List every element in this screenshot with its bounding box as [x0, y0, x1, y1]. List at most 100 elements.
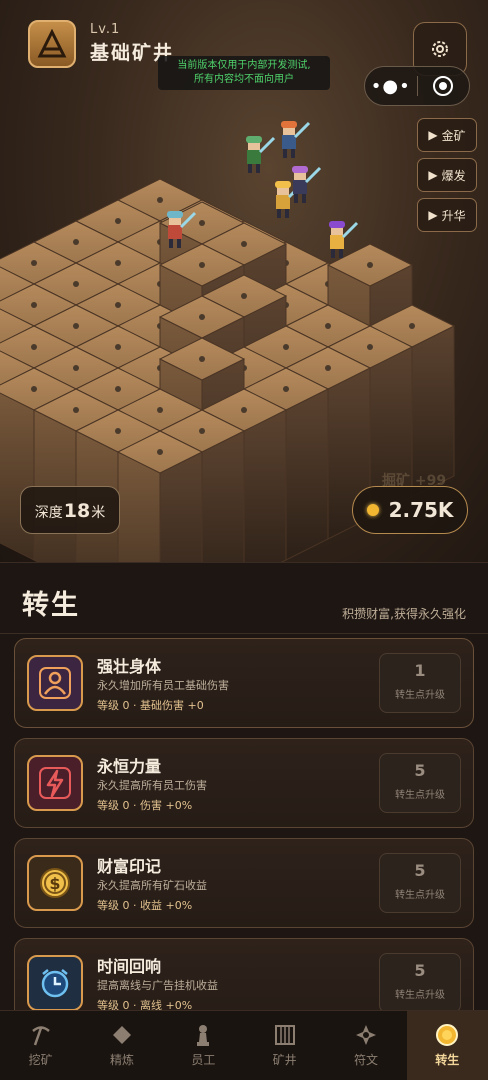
play-icon: ▶	[428, 168, 438, 182]
panel-divider	[0, 633, 488, 634]
depth-prefix: 深度	[34, 505, 63, 521]
miner-leg	[248, 164, 252, 173]
nav-tab-rune[interactable]: 符文	[325, 1011, 406, 1080]
miner-body	[168, 225, 182, 239]
gear-icon	[432, 41, 448, 57]
dev-notice-line-2: 所有内容均不面向用户	[194, 74, 294, 85]
miner-head	[294, 172, 306, 180]
upgrade-card-eternal-power: 永恒力量 永久提高所有员工伤害 等级 0 · 伤害 +0% 5 转生点升级	[14, 738, 474, 828]
sublimate-label: 升华	[441, 208, 466, 223]
burst-button[interactable]: ▶ 爆发	[417, 158, 477, 192]
pickaxe-icon	[29, 1023, 53, 1047]
nav-label: 符文	[353, 1053, 378, 1067]
card-description: 永久提高所有员工伤害	[97, 779, 207, 792]
gold-mine-button[interactable]: ▶ 金矿	[417, 118, 477, 152]
mine-block-face	[243, 409, 287, 562]
upgrade-button[interactable]: 5 转生点升级	[379, 853, 461, 913]
miner-body	[293, 180, 307, 194]
mine-block-face	[285, 388, 329, 561]
depth-unit: 米	[91, 505, 106, 521]
card-stat: 等级 0 · 伤害 +0%	[97, 799, 193, 812]
ore-speck	[73, 281, 79, 287]
play-icon: ▶	[428, 208, 438, 222]
nav-tab-rebirth[interactable]: 转生	[406, 1011, 488, 1080]
mine-level: Lv.1	[90, 22, 121, 37]
miner-head	[248, 142, 260, 150]
bottom-nav: 挖矿 精炼 员工 矿井 符文 转生	[0, 1010, 488, 1080]
card-description: 提高离线与广告挂机收益	[97, 979, 218, 992]
card-title: 财富印记	[97, 857, 162, 876]
ore-speck	[283, 344, 289, 350]
ore-speck	[199, 314, 205, 320]
ore-speck	[241, 241, 247, 247]
miner-body	[247, 150, 261, 164]
mine-block-face	[0, 392, 35, 561]
card-description: 永久提高所有矿石收益	[97, 879, 207, 892]
gold-amount: 2.75K	[388, 498, 454, 522]
diamond-icon	[111, 1023, 133, 1047]
mine-block-face	[201, 430, 245, 562]
upgrade-cost: 5	[414, 861, 426, 880]
panel-subtitle: 积攒财富,获得永久强化	[342, 607, 466, 621]
depth-value: 18	[63, 500, 91, 522]
mine-scene[interactable]: Lv.1 基础矿井 当前版本仅用于内部开发测试, 所有内容均不面向用户 •●• …	[0, 0, 488, 562]
ore-speck	[241, 293, 247, 299]
nav-tab-refine[interactable]: 精炼	[81, 1011, 162, 1080]
miner-leg	[177, 239, 181, 248]
ore-speck	[31, 344, 37, 350]
alarm-clock-icon	[27, 955, 83, 1010]
card-stat: 等级 0 · 离线 +0%	[97, 999, 193, 1010]
coin-icon	[435, 1023, 459, 1047]
ore-speck	[73, 239, 79, 245]
miner-helmet	[292, 166, 308, 173]
miner-head	[169, 217, 181, 225]
ore-speck	[115, 386, 121, 392]
ore-speck	[409, 323, 415, 329]
upgrade-button[interactable]: 5 转生点升级	[379, 753, 461, 813]
nav-label: 矿井	[272, 1053, 297, 1067]
upgrade-label: 转生点升级	[395, 890, 445, 901]
nav-label: 精炼	[109, 1053, 134, 1067]
dollar-coin-icon: $	[27, 855, 83, 911]
card-title: 时间回响	[97, 957, 162, 976]
upgrade-label: 转生点升级	[395, 990, 445, 1001]
more-options-icon[interactable]: •●•	[365, 76, 417, 97]
gold-mine-label: 金矿	[441, 128, 466, 143]
miner-leg	[277, 209, 281, 218]
nav-tab-mining[interactable]: 挖矿	[0, 1011, 81, 1080]
card-title: 永恒力量	[97, 757, 162, 776]
ore-speck	[73, 365, 79, 371]
miner-leg	[302, 194, 306, 203]
ore-speck	[157, 449, 163, 455]
card-stat: 等级 0 · 基础伤害 +0	[97, 699, 204, 712]
nav-tab-staff[interactable]: 员工	[163, 1011, 244, 1080]
upgrade-label: 转生点升级	[395, 690, 445, 701]
upgrade-cost: 1	[414, 661, 426, 680]
ore-speck	[367, 344, 373, 350]
nav-label: 员工	[191, 1053, 216, 1067]
ore-speck	[283, 386, 289, 392]
nav-label: 转生	[435, 1053, 460, 1067]
ore-speck	[157, 407, 163, 413]
lightning-icon	[27, 755, 83, 811]
nav-tab-mine[interactable]: 矿井	[244, 1011, 325, 1080]
play-icon: ▶	[428, 128, 438, 142]
miner-head	[283, 127, 295, 135]
ore-speck	[31, 386, 37, 392]
nav-label: 挖矿	[28, 1053, 53, 1067]
upgrade-button[interactable]: 1 转生点升级	[379, 653, 461, 713]
mine-logo-icon	[28, 20, 76, 68]
rebirth-panel: 转生 积攒财富,获得永久强化 强壮身体 永久增加所有员工基础伤害 等级 0 · …	[0, 562, 488, 1010]
upgrade-button[interactable]: 5 转生点升级	[379, 953, 461, 1010]
miner-leg	[283, 149, 287, 158]
miner-head	[277, 187, 289, 195]
sublimate-button[interactable]: ▶ 升华	[417, 198, 477, 232]
miniprogram-capsule: •●•	[364, 66, 470, 106]
miner-leg	[169, 239, 173, 248]
svg-text:$: $	[49, 874, 60, 893]
close-miniprogram-icon[interactable]	[417, 75, 469, 97]
ore-speck	[73, 323, 79, 329]
person-icon	[27, 655, 83, 711]
ore-speck	[199, 262, 205, 268]
miner-leg	[294, 194, 298, 203]
